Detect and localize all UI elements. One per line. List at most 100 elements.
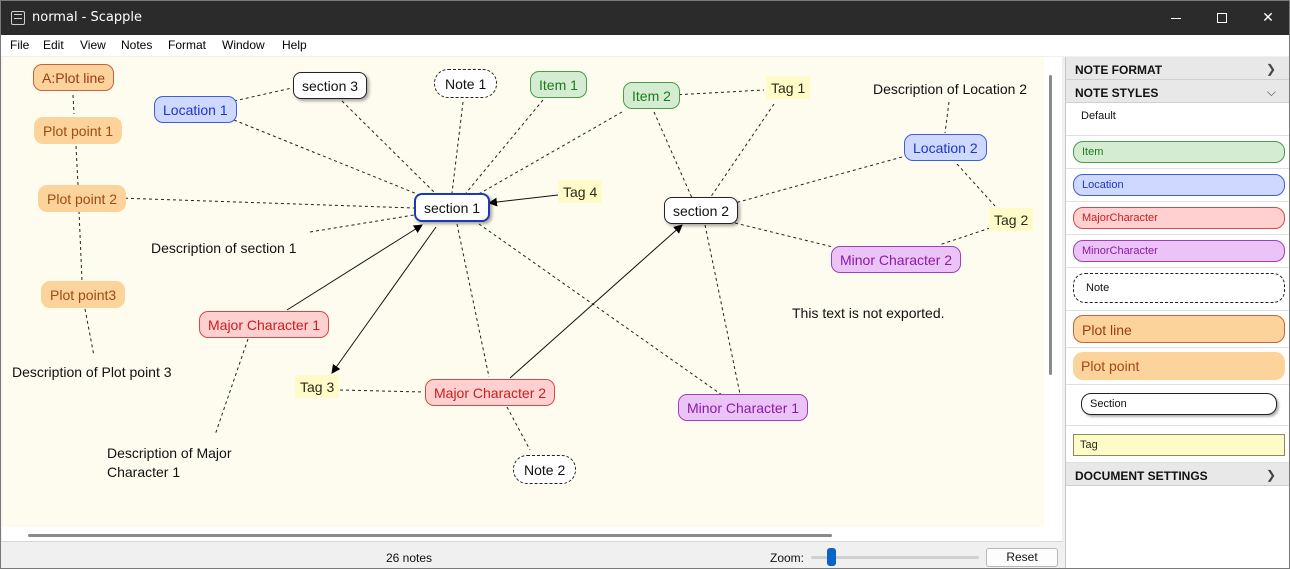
style-minor-character[interactable]: MinorCharacter xyxy=(1066,235,1289,268)
note-description-major-character-1[interactable]: Description of Major Character 1 xyxy=(107,444,232,482)
zoom-slider[interactable] xyxy=(811,556,979,559)
note-major-character-2[interactable]: Major Character 2 xyxy=(425,379,556,406)
note-description-plot-point-3[interactable]: Description of Plot point 3 xyxy=(12,365,172,379)
style-label: Plot point xyxy=(1073,352,1285,380)
zoom-label: Zoom: xyxy=(770,551,805,565)
style-note[interactable]: Note xyxy=(1066,268,1289,311)
arrow-connection xyxy=(286,224,423,311)
note-location-2[interactable]: Location 2 xyxy=(904,134,987,161)
style-major-character[interactable]: MajorCharacter xyxy=(1066,202,1289,235)
connection-line xyxy=(456,223,490,378)
status-bar: 26 notes Zoom: Reset xyxy=(1,541,1063,568)
style-default[interactable]: Default xyxy=(1066,104,1289,136)
connection-line xyxy=(938,227,991,246)
minimize-button[interactable] xyxy=(1153,1,1199,35)
note-location-1[interactable]: Location 1 xyxy=(154,96,237,123)
title-bar: normal - Scapple ✕ xyxy=(1,1,1289,35)
note-description-location-2[interactable]: Description of Location 2 xyxy=(873,82,1027,96)
connection-line xyxy=(214,338,249,436)
arrow-connection xyxy=(488,194,559,207)
note-section-1[interactable]: section 1 xyxy=(414,193,491,222)
style-label: Default xyxy=(1081,110,1116,122)
note-description-section-1[interactable]: Description of section 1 xyxy=(151,241,297,255)
note-plot-point-2[interactable]: Plot point 2 xyxy=(38,185,127,212)
minimize-icon xyxy=(1171,17,1181,19)
maximize-button[interactable] xyxy=(1199,1,1245,35)
connection-line xyxy=(734,222,834,248)
chevron-down-icon: ⌵ xyxy=(1266,85,1276,99)
chevron-right-icon: ❯ xyxy=(1265,62,1276,76)
connection-line xyxy=(672,89,765,96)
note-not-exported[interactable]: This text is not exported. xyxy=(792,306,945,320)
style-location[interactable]: Location xyxy=(1066,169,1289,202)
connection-line xyxy=(339,389,425,393)
note-tag-2[interactable]: Tag 2 xyxy=(989,208,1034,231)
note-plot-point-3[interactable]: Plot point3 xyxy=(41,281,126,308)
connection-line xyxy=(944,101,950,134)
note-tag-3[interactable]: Tag 3 xyxy=(295,375,340,398)
section-title: DOCUMENT SETTINGS xyxy=(1075,469,1208,483)
connection-line xyxy=(709,103,775,199)
menu-file[interactable]: File xyxy=(10,38,29,52)
connection-line xyxy=(233,87,293,102)
menu-notes[interactable]: Notes xyxy=(121,38,152,52)
scapple-canvas[interactable]: A:Plot line Plot point 1 Plot point 2 Pl… xyxy=(2,57,1044,527)
arrow-connection xyxy=(509,224,683,379)
note-minor-character-2[interactable]: Minor Character 2 xyxy=(831,246,962,273)
note-minor-character-1[interactable]: Minor Character 1 xyxy=(678,394,809,421)
style-label: Plot line xyxy=(1073,315,1285,343)
style-label: MinorCharacter xyxy=(1073,240,1285,262)
note-styles-header[interactable]: NOTE STYLES ⌵ xyxy=(1066,80,1289,103)
note-item-2[interactable]: Item 2 xyxy=(623,82,680,109)
note-plot-line[interactable]: A:Plot line xyxy=(33,64,115,91)
note-plot-point-1[interactable]: Plot point 1 xyxy=(34,117,123,144)
menu-window[interactable]: Window xyxy=(222,38,265,52)
menu-edit[interactable]: Edit xyxy=(43,38,64,52)
close-button[interactable]: ✕ xyxy=(1245,1,1289,35)
style-label: Item xyxy=(1073,141,1285,163)
style-tag[interactable]: Tag xyxy=(1066,426,1289,463)
connection-line xyxy=(478,223,723,396)
note-format-header[interactable]: NOTE FORMAT ❯ xyxy=(1066,57,1289,80)
close-icon: ✕ xyxy=(1262,10,1274,26)
connection-line xyxy=(78,210,83,282)
note-text-line: Description of Major xyxy=(107,445,232,461)
document-settings-header[interactable]: DOCUMENT SETTINGS ❯ xyxy=(1066,463,1289,486)
style-plot-line[interactable]: Plot line xyxy=(1066,311,1289,348)
connection-line xyxy=(704,224,741,395)
maximize-icon xyxy=(1217,13,1227,23)
note-tag-1[interactable]: Tag 1 xyxy=(766,76,811,99)
style-label: Tag xyxy=(1073,434,1285,456)
note-section-3[interactable]: section 3 xyxy=(293,72,368,99)
menu-view[interactable]: View xyxy=(80,38,106,52)
note-section-2[interactable]: section 2 xyxy=(664,197,739,224)
section-title: NOTE STYLES xyxy=(1075,86,1159,100)
style-section[interactable]: Section xyxy=(1066,385,1289,426)
style-label: Location xyxy=(1073,174,1285,196)
app-window: normal - Scapple ✕ File Edit View Notes … xyxy=(0,0,1290,569)
note-major-character-1[interactable]: Major Character 1 xyxy=(199,311,330,338)
note-item-1[interactable]: Item 1 xyxy=(530,71,587,98)
horizontal-scrollbar[interactable] xyxy=(28,534,832,537)
style-plot-point[interactable]: Plot point xyxy=(1066,348,1289,385)
inspector-sidebar: NOTE FORMAT ❯ NOTE STYLES ⌵ Default Item… xyxy=(1065,57,1289,568)
connection-line xyxy=(72,94,75,115)
chevron-right-icon: ❯ xyxy=(1265,468,1276,482)
connection-line xyxy=(309,214,415,233)
section-title: NOTE FORMAT xyxy=(1075,63,1163,77)
style-item[interactable]: Item xyxy=(1066,136,1289,169)
note-tag-4[interactable]: Tag 4 xyxy=(558,180,603,203)
note-note-1[interactable]: Note 1 xyxy=(434,69,498,98)
style-label: MajorCharacter xyxy=(1073,207,1285,229)
connection-line xyxy=(734,156,903,204)
connection-line xyxy=(956,163,996,207)
menu-format[interactable]: Format xyxy=(168,38,206,52)
connection-line xyxy=(341,100,436,194)
vertical-scrollbar[interactable] xyxy=(1049,75,1052,375)
menu-help[interactable]: Help xyxy=(282,38,307,52)
reset-zoom-button[interactable]: Reset xyxy=(986,548,1058,567)
menu-bar: File Edit View Notes Format Window Help xyxy=(1,35,1289,56)
connection-line xyxy=(233,119,428,199)
zoom-slider-thumb[interactable] xyxy=(826,548,836,566)
note-note-2[interactable]: Note 2 xyxy=(513,455,577,484)
